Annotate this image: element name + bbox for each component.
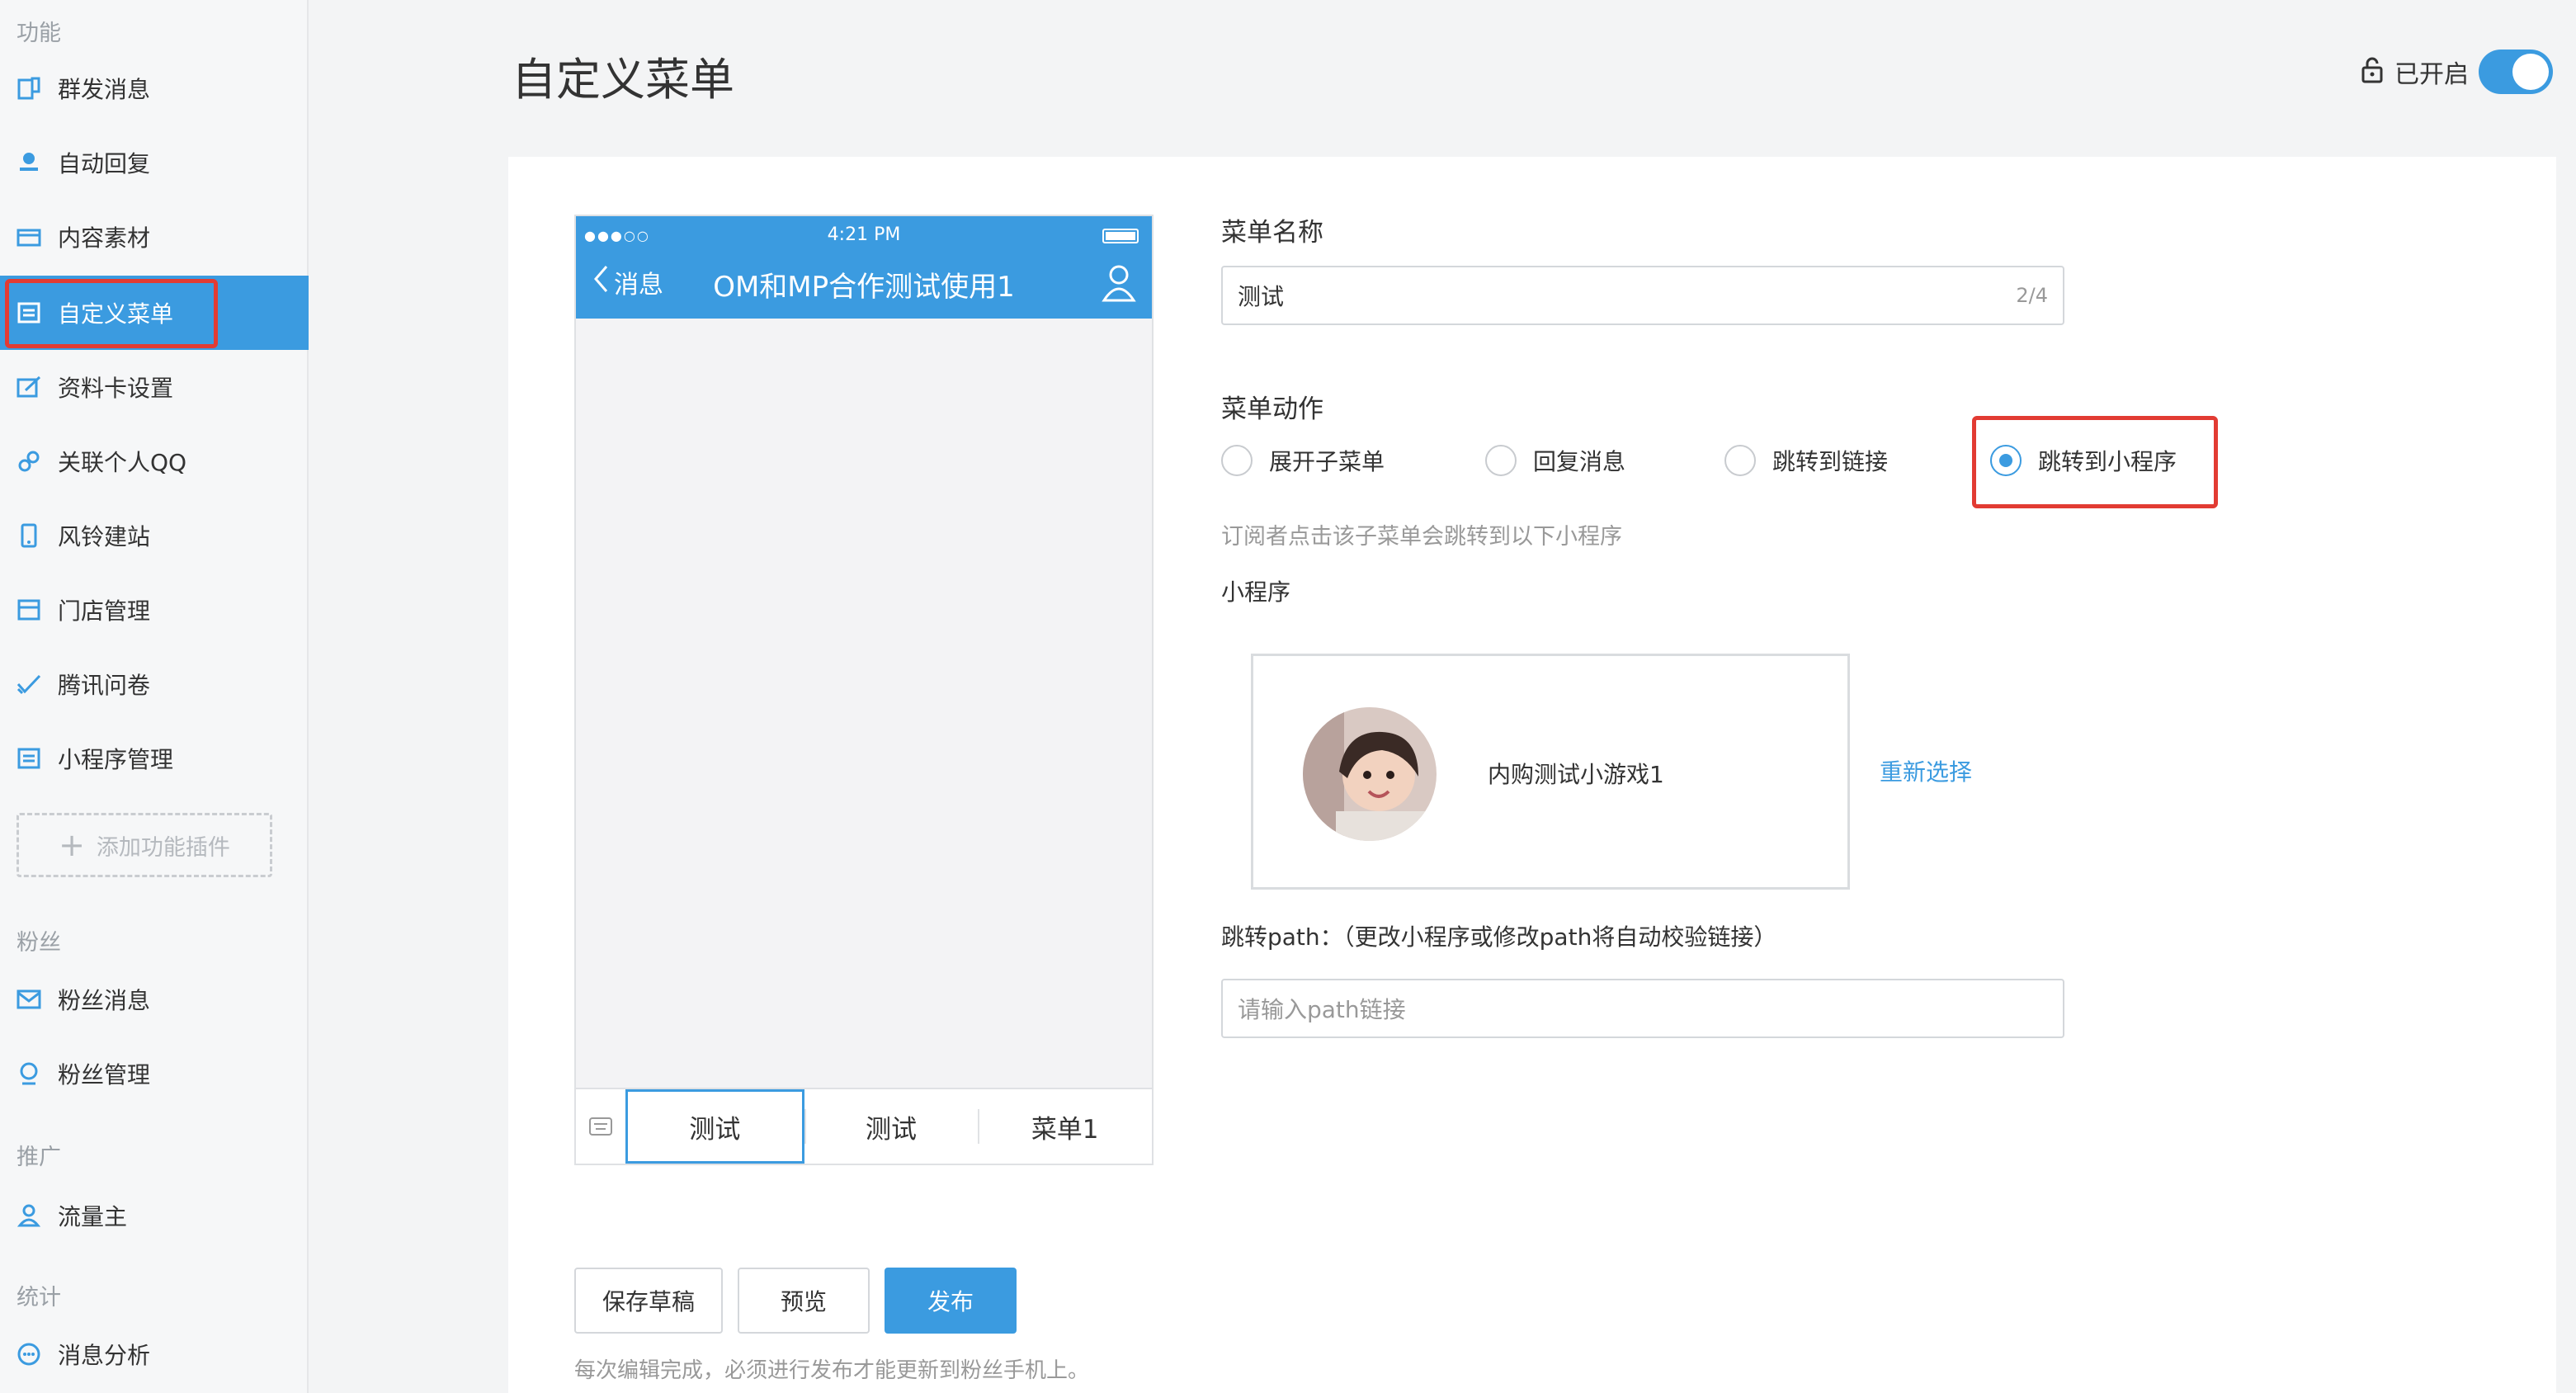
phone-preview: ●●●○○ 4:21 PM 消息 OM和MP合作测试使用1 测试 测试 菜单1 [574, 215, 1154, 1165]
edit-card-icon [15, 373, 43, 401]
miniapp-label: 小程序 [1221, 578, 1291, 606]
section-label-functions: 功能 [17, 21, 61, 46]
sidebar-item-label: 粉丝消息 [58, 987, 151, 1014]
path-input[interactable]: 请输入path链接 [1221, 979, 2064, 1038]
menu-tab-2[interactable]: 测试 [804, 1089, 979, 1164]
add-plugin-label: 添加功能插件 [96, 834, 230, 861]
menu-enable-toggle-group: 已开启 [2360, 50, 2553, 94]
sidebar-item-label: 小程序管理 [58, 746, 174, 773]
miniapp-icon [15, 744, 43, 772]
menu-enable-switch[interactable] [2479, 50, 2553, 94]
path-placeholder: 请输入path链接 [1238, 996, 1406, 1023]
sidebar-item-message-analysis[interactable]: 消息分析 [0, 1317, 309, 1391]
plus-icon: + [59, 827, 85, 863]
section-label-statistics: 统计 [17, 1285, 61, 1310]
sidebar-item-label: 粉丝管理 [58, 1061, 151, 1088]
publish-footnote: 每次编辑完成，必须进行发布才能更新到粉丝手机上。 [574, 1358, 1090, 1383]
sidebar-item-survey[interactable]: 腾讯问卷 [0, 647, 309, 721]
radio-jump-link[interactable]: 跳转到链接 [1724, 444, 1888, 477]
section-label-fans: 粉丝 [17, 930, 61, 956]
path-label: 跳转path：（更改小程序或修改path将自动校验链接） [1221, 923, 1777, 951]
menu-name-input[interactable]: 测试 2/4 [1221, 266, 2064, 325]
phone-icon [15, 522, 43, 550]
menu-name-label: 菜单名称 [1221, 218, 1323, 248]
miniapp-card: 内购测试小游戏1 [1251, 654, 1850, 890]
robot-icon [15, 149, 43, 177]
status-time: 4:21 PM [827, 224, 901, 245]
radio-reply-message[interactable]: 回复消息 [1485, 444, 1625, 477]
sidebar-item-miniapp[interactable]: 小程序管理 [0, 721, 309, 796]
reselect-link[interactable]: 重新选择 [1880, 754, 1972, 787]
page-title: 自定义菜单 [512, 54, 734, 106]
broadcast-icon [15, 74, 43, 102]
chat-icon [15, 1340, 43, 1368]
menu-tab-1[interactable]: 测试 [625, 1089, 804, 1164]
section-label-promotion: 推广 [17, 1145, 61, 1170]
action-hint: 订阅者点击该子菜单会跳转到以下小程序 [1221, 524, 1622, 550]
switch-label: 已开启 [2394, 60, 2469, 89]
save-draft-button[interactable]: 保存草稿 [574, 1268, 723, 1334]
keyboard-icon[interactable] [576, 1089, 625, 1164]
preview-button[interactable]: 预览 [738, 1268, 870, 1334]
add-plugin-button[interactable]: + 添加功能插件 [17, 813, 272, 877]
lock-icon [2360, 56, 2385, 87]
char-counter: 2/4 [2016, 284, 2048, 307]
sidebar-item-auto-reply[interactable]: 自动回复 [0, 125, 309, 200]
menu-action-label: 菜单动作 [1221, 394, 1323, 424]
radio-label: 回复消息 [1533, 448, 1626, 475]
publish-button[interactable]: 发布 [885, 1268, 1017, 1334]
menu-name-value: 测试 [1238, 283, 1285, 310]
profile-icon[interactable] [1101, 262, 1137, 307]
sidebar-item-label: 消息分析 [58, 1342, 151, 1369]
miniapp-avatar [1303, 707, 1437, 841]
radio-label: 跳转到链接 [1772, 448, 1889, 475]
sidebar-item-label: 腾讯问卷 [58, 672, 151, 699]
store-icon [15, 596, 43, 624]
radio-button[interactable] [1724, 445, 1756, 476]
radio-button[interactable] [1221, 445, 1253, 476]
highlight-box-miniapp-option [1972, 416, 2218, 508]
sidebar-item-content[interactable]: 内容素材 [0, 200, 309, 274]
miniapp-name: 内购测试小游戏1 [1488, 761, 1664, 788]
link-icon [15, 447, 43, 475]
sidebar-item-fan-messages[interactable]: 粉丝消息 [0, 962, 309, 1036]
fans-icon [15, 1060, 43, 1088]
sidebar-item-link-qq[interactable]: 关联个人QQ [0, 424, 309, 498]
sidebar-item-label: 群发消息 [58, 76, 151, 103]
sidebar-item-label: 门店管理 [58, 597, 151, 625]
sidebar-item-store[interactable]: 门店管理 [0, 573, 309, 647]
radio-expand-submenu[interactable]: 展开子菜单 [1221, 444, 1385, 477]
mail-icon [15, 985, 43, 1013]
battery-icon [1102, 229, 1139, 243]
sidebar-item-label: 自动回复 [58, 150, 151, 177]
sidebar-item-broadcast[interactable]: 群发消息 [0, 51, 309, 125]
radio-label: 展开子菜单 [1269, 448, 1385, 475]
sidebar-item-traffic-owner[interactable]: 流量主 [0, 1178, 309, 1253]
highlight-box-sidebar [5, 279, 218, 348]
phone-title: OM和MP合作测试使用1 [713, 271, 1015, 304]
phone-header: ●●●○○ 4:21 PM 消息 OM和MP合作测试使用1 [576, 216, 1152, 319]
sidebar-item-label: 资料卡设置 [58, 375, 174, 402]
sidebar: 功能 群发消息 自动回复 内容素材 自定义菜单 资料卡设置 关联个人QQ 风铃建… [0, 0, 309, 1393]
sidebar-item-label: 内容素材 [58, 224, 151, 252]
sidebar-item-fan-manage[interactable]: 粉丝管理 [0, 1036, 309, 1111]
radio-button[interactable] [1485, 445, 1517, 476]
menu-tab-3[interactable]: 菜单1 [978, 1089, 1152, 1164]
check-icon [15, 670, 43, 698]
sidebar-item-label: 关联个人QQ [58, 449, 187, 476]
sidebar-item-label: 流量主 [58, 1203, 128, 1230]
user-icon [15, 1202, 43, 1230]
sidebar-item-profile-card[interactable]: 资料卡设置 [0, 350, 309, 424]
folder-icon [15, 223, 43, 251]
sidebar-item-site-builder[interactable]: 风铃建站 [0, 498, 309, 573]
sidebar-item-label: 风铃建站 [58, 523, 151, 550]
phone-menu-bar: 测试 测试 菜单1 [576, 1088, 1152, 1164]
